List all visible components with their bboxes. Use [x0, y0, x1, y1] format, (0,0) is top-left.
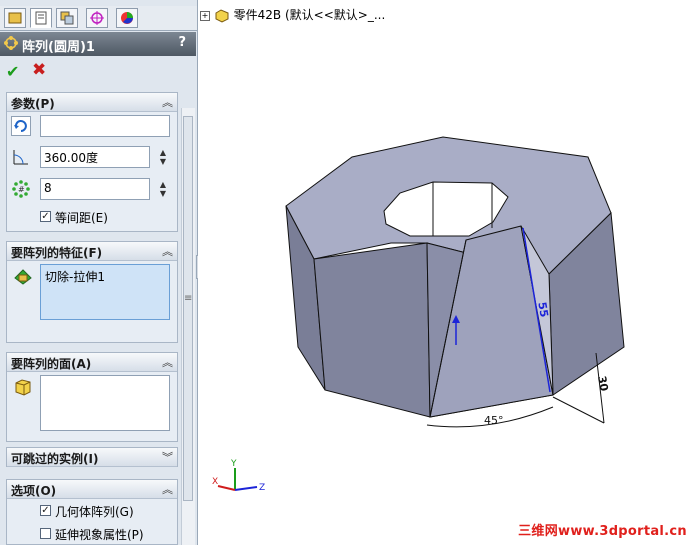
angle-icon	[13, 150, 28, 165]
model-side-front-left	[313, 242, 431, 418]
chevron-down-icon[interactable]: ︾	[162, 449, 173, 465]
skip-group-title: 可跳过的实例(I)	[11, 452, 99, 466]
scrollbar-thumb[interactable]	[183, 116, 193, 501]
svg-text:#: #	[18, 185, 25, 194]
features-group-header[interactable]: 要阵列的特征(F) ︽	[7, 242, 177, 261]
property-manager-icon	[35, 11, 47, 25]
tab-configuration-manager[interactable]	[56, 8, 78, 28]
dimxpert-icon	[90, 11, 104, 25]
help-icon[interactable]: ?	[178, 35, 186, 50]
reverse-direction-icon	[14, 120, 27, 132]
tab-dimxpert-manager[interactable]	[86, 8, 108, 28]
angle-input[interactable]: 360.00度	[40, 146, 150, 168]
chevron-up-icon[interactable]: ︽	[162, 94, 173, 110]
list-item[interactable]: 切除-拉伸1	[45, 268, 165, 285]
propagate-visual-label: 延伸视象属性(P)	[55, 528, 144, 542]
equal-spacing-label: 等间距(E)	[55, 211, 108, 225]
faces-to-pattern-group: 要阵列的面(A) ︽	[6, 352, 178, 442]
face-select-icon	[15, 379, 31, 396]
tab-property-manager[interactable]	[30, 8, 52, 28]
triad-y-label: Y	[230, 459, 237, 469]
coordinate-triad: Y X Z	[212, 459, 265, 493]
property-title-bar: 阵列(圆周)1 ?	[0, 32, 196, 56]
propagate-visual-checkbox[interactable]	[40, 528, 51, 539]
tab-display-manager[interactable]	[116, 8, 138, 28]
tab-feature-manager[interactable]	[4, 8, 26, 28]
dimension-30[interactable]: 30	[595, 375, 611, 393]
cancel-button[interactable]: ✖	[32, 60, 46, 80]
features-list[interactable]: 切除-拉伸1	[40, 264, 170, 320]
geometry-pattern-checkbox[interactable]: ✓	[40, 505, 51, 516]
options-group-header[interactable]: 选项(O) ︽	[7, 480, 177, 499]
instances-to-skip-group: 可跳过的实例(I) ︾	[6, 447, 178, 467]
pattern-axis-field[interactable]	[40, 115, 170, 137]
geometry-pattern-label: 几何体阵列(G)	[55, 505, 134, 519]
options-group-title: 选项(O)	[11, 484, 57, 498]
watermark: 三维网www.3dportal.cn	[518, 524, 687, 539]
model-canvas: 55 30 45° Y X Z	[212, 136, 625, 493]
feature-manager-icon	[8, 12, 22, 24]
chevron-up-icon[interactable]: ︽	[162, 481, 173, 497]
options-group: 选项(O) ︽ ✓ 几何体阵列(G) 延伸视象属性(P)	[6, 479, 178, 545]
dimension-line	[552, 396, 605, 424]
circular-pattern-icon	[4, 36, 18, 50]
parameters-group: 参数(P) ︽ 360.00度 ▲ ▼ # 8 ▲ ▼ ✓ 等间距(E)	[6, 92, 178, 232]
dimension-55[interactable]: 55	[535, 301, 550, 318]
instances-icon: #	[12, 180, 30, 198]
feature-select-icon	[14, 269, 32, 285]
faces-group-header[interactable]: 要阵列的面(A) ︽	[7, 353, 177, 372]
instances-input[interactable]: 8	[40, 178, 150, 200]
faces-list[interactable]	[40, 375, 170, 431]
instances-stepper[interactable]: ▲ ▼	[158, 180, 168, 198]
equal-spacing-checkbox[interactable]: ✓	[40, 211, 51, 222]
manager-tabs	[0, 6, 197, 31]
features-to-pattern-group: 要阵列的特征(F) ︽ 切除-拉伸1	[6, 241, 178, 343]
angle-stepper[interactable]: ▲ ▼	[158, 148, 168, 166]
panel-scrollbar[interactable]: ≡	[181, 108, 195, 545]
parameters-group-header[interactable]: 参数(P) ︽	[7, 93, 177, 112]
page-title: 阵列(圆周)1	[22, 40, 95, 55]
property-manager-panel: 阵列(圆周)1 ? ✔ ✖ 参数(P) ︽ 360.00度 ▲ ▼ # 8 ▲ ▼ …	[0, 0, 198, 545]
reverse-direction-button[interactable]	[11, 116, 31, 136]
features-group-title: 要阵列的特征(F)	[11, 246, 103, 260]
skip-group-header[interactable]: 可跳过的实例(I) ︾	[7, 448, 177, 467]
triad-z-label: Z	[259, 483, 265, 493]
parameters-group-title: 参数(P)	[11, 97, 55, 111]
grip-icon: ≡	[184, 293, 193, 304]
display-manager-icon	[121, 12, 133, 24]
faces-group-title: 要阵列的面(A)	[11, 357, 92, 371]
dimension-45[interactable]: 45°	[484, 414, 504, 427]
chevron-up-icon[interactable]: ︽	[162, 243, 173, 259]
triad-x-label: X	[212, 477, 218, 487]
ok-button[interactable]: ✔	[6, 62, 19, 81]
configuration-manager-icon	[60, 11, 74, 25]
chevron-up-icon[interactable]: ︽	[162, 354, 173, 370]
